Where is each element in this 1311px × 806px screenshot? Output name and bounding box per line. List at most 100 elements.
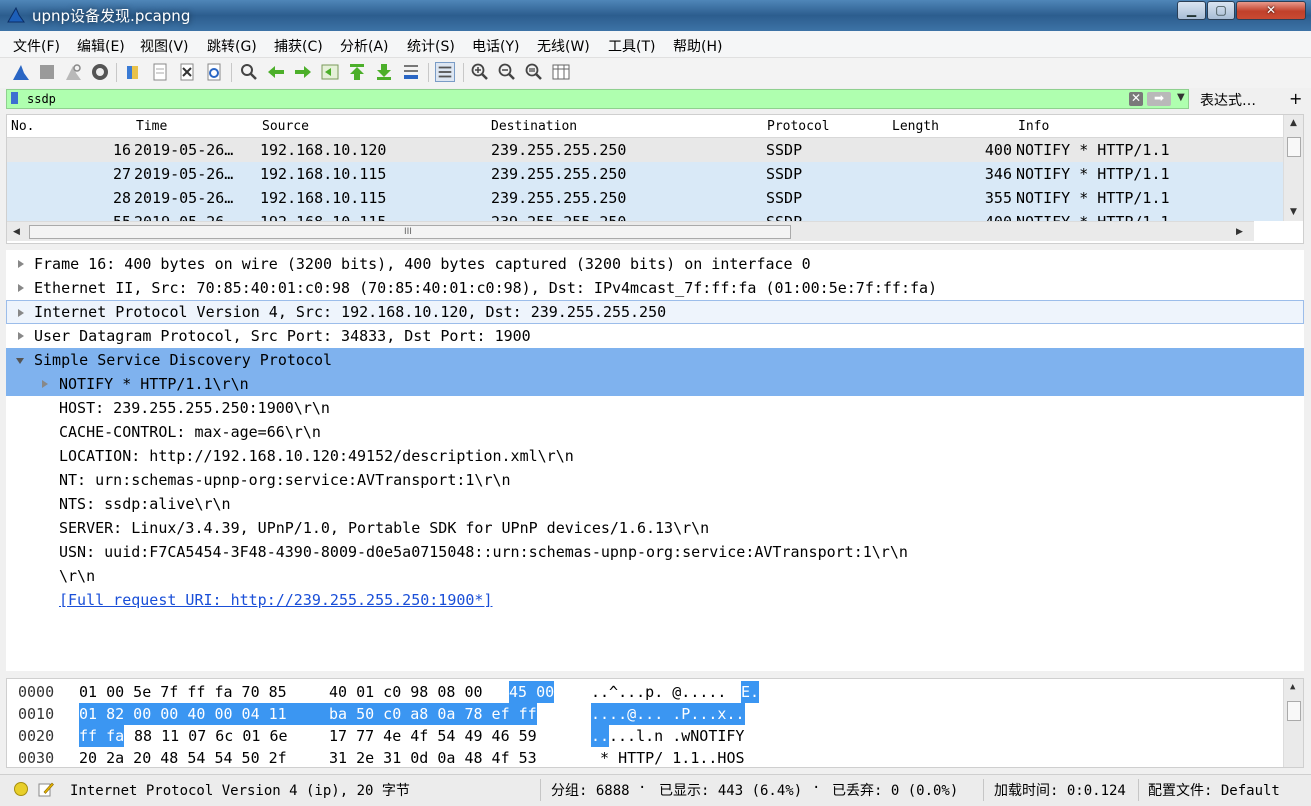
scroll-up-icon[interactable]: ▲ xyxy=(1290,682,1295,692)
colorize-icon[interactable] xyxy=(435,62,455,82)
clear-filter-icon[interactable]: ✕ xyxy=(1129,92,1143,106)
scroll-left-icon[interactable]: ◀ xyxy=(13,227,20,237)
zoom-normal-icon[interactable] xyxy=(524,62,544,82)
zoom-out-icon[interactable] xyxy=(497,62,517,82)
bytes-row[interactable]: 0000 01 00 5e 7f ff fa 70 85 40 01 c0 98… xyxy=(7,681,1283,703)
main-toolbar xyxy=(0,58,1311,88)
tree-item-ip[interactable]: Internet Protocol Version 4, Src: 192.16… xyxy=(6,300,1304,324)
go-first-packet-icon[interactable] xyxy=(347,62,367,82)
column-destination[interactable]: Destination xyxy=(491,119,577,134)
menu-wireless[interactable]: 无线(W) xyxy=(537,36,590,56)
tree-field[interactable]: CACHE-CONTROL: max-age=66\r\n xyxy=(6,420,1304,444)
tree-item-udp[interactable]: User Datagram Protocol, Src Port: 34833,… xyxy=(6,324,1304,348)
tree-field[interactable]: NT: urn:schemas-upnp-org:service:AVTrans… xyxy=(6,468,1304,492)
packet-details: Frame 16: 400 bytes on wire (3200 bits),… xyxy=(6,250,1304,671)
autoscroll-icon[interactable] xyxy=(401,62,421,82)
column-source[interactable]: Source xyxy=(262,119,309,134)
scroll-right-icon[interactable]: ▶ xyxy=(1236,227,1243,237)
open-file-icon[interactable] xyxy=(124,62,144,82)
column-length[interactable]: Length xyxy=(892,119,939,134)
menu-file[interactable]: 文件(F) xyxy=(13,36,60,56)
scrollbar-thumb[interactable]: III xyxy=(29,225,791,239)
save-file-icon[interactable] xyxy=(150,62,170,82)
scroll-up-icon[interactable]: ▲ xyxy=(1290,118,1297,128)
tree-field[interactable]: HOST: 239.255.255.250:1900\r\n xyxy=(6,396,1304,420)
expert-info-icon[interactable] xyxy=(14,782,28,796)
tree-field[interactable]: NTS: ssdp:alive\r\n xyxy=(6,492,1304,516)
column-no[interactable]: No. xyxy=(11,119,34,134)
capture-comment-icon[interactable] xyxy=(38,781,54,797)
resize-columns-icon[interactable] xyxy=(551,62,571,82)
scrollbar-thumb[interactable] xyxy=(1287,137,1301,157)
expand-triangle-icon[interactable] xyxy=(42,380,48,388)
minimize-button[interactable]: ▁ xyxy=(1177,1,1206,20)
packet-list-vertical-scrollbar[interactable]: ▲ ▼ xyxy=(1283,115,1303,221)
tree-item-ethernet[interactable]: Ethernet II, Src: 70:85:40:01:c0:98 (70:… xyxy=(6,276,1304,300)
collapse-triangle-icon[interactable] xyxy=(16,358,24,364)
restart-capture-icon[interactable] xyxy=(63,62,83,82)
menu-statistics[interactable]: 统计(S) xyxy=(407,36,455,56)
go-back-icon[interactable] xyxy=(266,62,286,82)
display-filter-input[interactable]: ssdp xyxy=(6,89,1189,109)
bytes-row[interactable]: 0020 ff fa 88 11 07 6c 01 6e 17 77 4e 4f… xyxy=(7,725,1283,747)
capture-options-icon[interactable] xyxy=(90,62,110,82)
expand-triangle-icon[interactable] xyxy=(18,284,24,292)
filter-bookmark-icon[interactable] xyxy=(11,92,18,104)
tree-field[interactable]: SERVER: Linux/3.4.39, UPnP/1.0, Portable… xyxy=(6,516,1304,540)
status-separator: · xyxy=(812,780,821,796)
add-filter-button[interactable]: + xyxy=(1289,89,1302,108)
stop-capture-icon[interactable] xyxy=(37,62,57,82)
packet-list-horizontal-scrollbar[interactable]: ◀ III ▶ xyxy=(7,221,1254,241)
bytes-vertical-scrollbar[interactable]: ▲ xyxy=(1283,679,1303,767)
reload-file-icon[interactable] xyxy=(204,62,224,82)
expression-button[interactable]: 表达式… xyxy=(1200,90,1256,110)
close-icon: ✕ xyxy=(1265,3,1277,17)
menu-telephony[interactable]: 电话(Y) xyxy=(472,36,519,56)
tree-item-notify[interactable]: NOTIFY * HTTP/1.1\r\n xyxy=(6,372,1304,396)
menu-go[interactable]: 跳转(G) xyxy=(207,36,257,56)
status-field-info: Internet Protocol Version 4 (ip), 20 字节 xyxy=(70,783,410,799)
scroll-down-icon[interactable]: ▼ xyxy=(1290,207,1297,217)
packet-list-header: No. Time Source Destination Protocol Len… xyxy=(7,115,1283,138)
menu-help[interactable]: 帮助(H) xyxy=(673,36,722,56)
tree-field[interactable]: \r\n xyxy=(6,564,1304,588)
expand-triangle-icon[interactable] xyxy=(18,332,24,340)
display-filter-bar: ssdp ✕ ➡ ▼ 表达式… + xyxy=(6,89,1304,109)
full-request-uri-link[interactable]: [Full request URI: http://239.255.255.25… xyxy=(6,588,1304,612)
column-info[interactable]: Info xyxy=(1018,119,1049,134)
menu-view[interactable]: 视图(V) xyxy=(140,36,189,56)
column-protocol[interactable]: Protocol xyxy=(767,119,830,134)
menu-edit[interactable]: 编辑(E) xyxy=(77,36,125,56)
apply-filter-icon[interactable]: ➡ xyxy=(1147,92,1171,106)
minimize-icon: ▁ xyxy=(1186,3,1197,17)
packet-bytes: 0000 01 00 5e 7f ff fa 70 85 40 01 c0 98… xyxy=(6,678,1304,768)
packet-row[interactable]: 55 2019-05-26… 192.168.10.115 239.255.25… xyxy=(7,210,1283,221)
tree-field[interactable]: USN: uuid:F7CA5454-3F48-4390-8009-d0e5a0… xyxy=(6,540,1304,564)
find-packet-icon[interactable] xyxy=(239,62,259,82)
expand-triangle-icon[interactable] xyxy=(18,309,24,317)
column-time[interactable]: Time xyxy=(136,119,167,134)
status-profile[interactable]: 配置文件: Default xyxy=(1148,780,1280,800)
menu-tools[interactable]: 工具(T) xyxy=(608,36,655,56)
menu-capture[interactable]: 捕获(C) xyxy=(274,36,323,56)
start-capture-icon[interactable] xyxy=(11,62,31,82)
maximize-button[interactable]: ▢ xyxy=(1207,1,1235,20)
expand-triangle-icon[interactable] xyxy=(18,260,24,268)
packet-row[interactable]: 28 2019-05-26… 192.168.10.115 239.255.25… xyxy=(7,186,1283,210)
go-forward-icon[interactable] xyxy=(293,62,313,82)
packet-row[interactable]: 27 2019-05-26… 192.168.10.115 239.255.25… xyxy=(7,162,1283,186)
bytes-row[interactable]: 0030 20 2a 20 48 54 54 50 2f 31 2e 31 0d… xyxy=(7,747,1283,767)
go-last-packet-icon[interactable] xyxy=(374,62,394,82)
scrollbar-thumb[interactable] xyxy=(1287,701,1301,721)
close-button[interactable]: ✕ xyxy=(1236,1,1306,20)
packet-row[interactable]: 16 2019-05-26… 192.168.10.120 239.255.25… xyxy=(7,138,1283,162)
filter-history-dropdown-icon[interactable]: ▼ xyxy=(1177,92,1185,103)
tree-item-frame[interactable]: Frame 16: 400 bytes on wire (3200 bits),… xyxy=(6,252,1304,276)
bytes-row[interactable]: 0010 01 82 00 00 40 00 04 11 ba 50 c0 a8… xyxy=(7,703,1283,725)
zoom-in-icon[interactable] xyxy=(470,62,490,82)
menu-analyze[interactable]: 分析(A) xyxy=(340,36,389,56)
go-to-packet-icon[interactable] xyxy=(320,62,340,82)
close-file-icon[interactable] xyxy=(177,62,197,82)
tree-item-ssdp[interactable]: Simple Service Discovery Protocol xyxy=(6,348,1304,372)
tree-field[interactable]: LOCATION: http://192.168.10.120:49152/de… xyxy=(6,444,1304,468)
